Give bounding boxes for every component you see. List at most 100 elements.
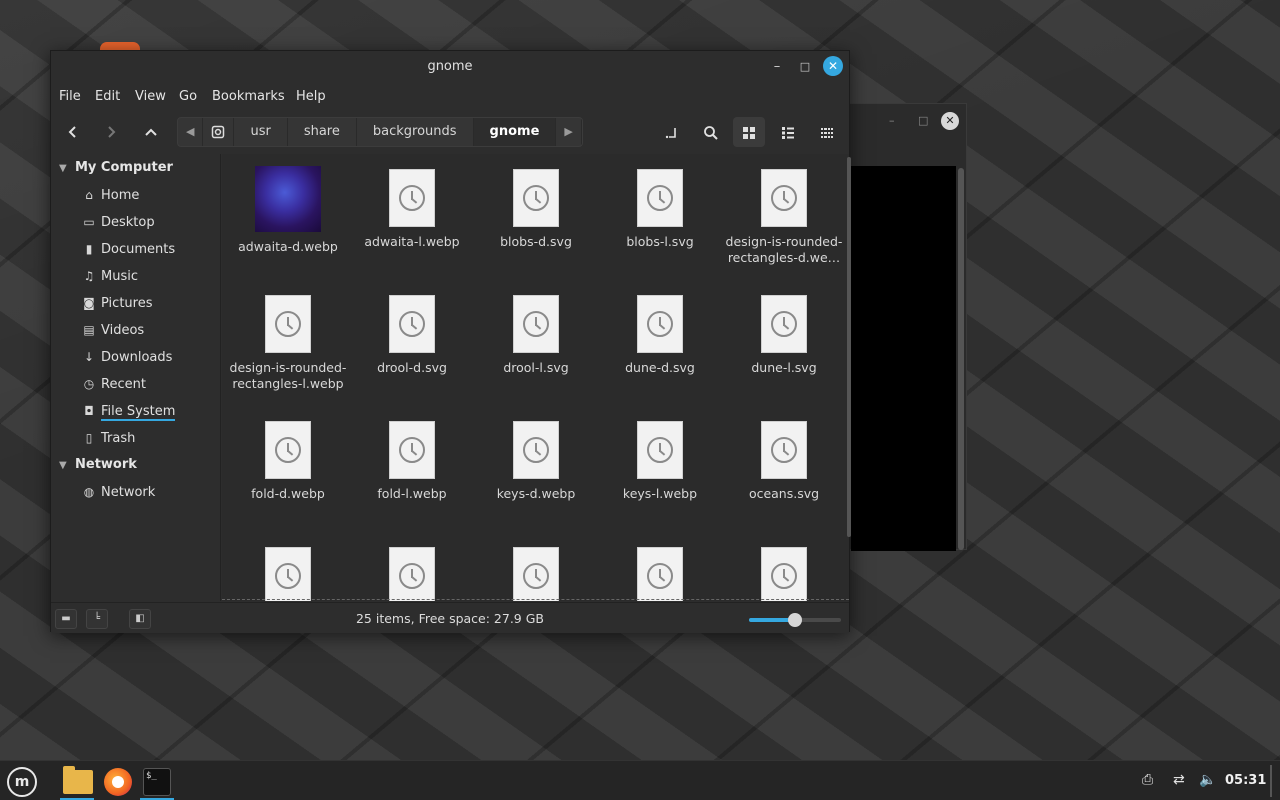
loading-thumbnail-icon [637,547,683,601]
terminal-scrollbar[interactable] [958,168,964,550]
icon-view-button[interactable] [733,117,765,147]
sidebar-item-trash[interactable]: ▯ Trash [79,427,136,449]
file-item[interactable]: keys-l.webp [598,416,722,502]
sidebar-item-label: Desktop [101,215,155,230]
file-item[interactable]: adwaita-l.webp [350,164,474,250]
loading-thumbnail-icon [637,169,683,227]
clock-icon [399,437,425,463]
file-item[interactable] [350,542,474,601]
sidebar-section-my-computer[interactable]: ▼ My Computer [59,160,173,175]
file-grid[interactable]: adwaita-d.webp adwaita-l.webp blobs-d.svg b… [222,154,849,601]
clock-icon [275,311,301,337]
breadcrumb-usr[interactable]: usr [234,118,288,146]
sidebar-item-videos[interactable]: ▤ Videos [79,319,144,341]
menu-go[interactable]: Go [179,89,197,104]
sidebar-item-file-system[interactable]: ◘ File System [79,400,176,422]
sidebar-item-music[interactable]: ♫ Music [79,265,138,287]
terminal-titlebar[interactable]: – □ ✕ [831,104,966,138]
back-button[interactable] [57,116,89,148]
minimize-button[interactable]: – [767,57,787,77]
sidebar-item-pictures[interactable]: ◙ Pictures [79,292,152,314]
collapse-triangle-icon: ▼ [59,163,67,174]
breadcrumb-scroll-right[interactable]: ▶ [556,118,582,146]
file-item[interactable]: adwaita-d.webp [226,164,350,255]
terminal-maximize-button[interactable]: □ [918,114,928,127]
up-button[interactable] [135,116,167,148]
file-item[interactable]: blobs-l.svg [598,164,722,250]
compact-view-button[interactable] [811,117,843,147]
menu-bookmarks[interactable]: Bookmarks [212,89,285,104]
file-item[interactable]: oceans.svg [722,416,846,502]
zoom-slider[interactable] [749,613,841,627]
sidebar-item-documents[interactable]: ▮ Documents [79,238,175,260]
file-item[interactable] [474,542,598,601]
sidebar-item-recent[interactable]: ◷ Recent [79,373,146,395]
file-item[interactable]: keys-d.webp [474,416,598,502]
network-icon[interactable]: ⇄ [1173,772,1185,788]
close-button[interactable]: ✕ [823,56,843,76]
show-desktop-button[interactable] [1270,765,1272,797]
taskbar-terminal[interactable]: $_ [138,764,176,800]
terminal-close-button[interactable]: ✕ [941,112,959,130]
zoom-slider-handle[interactable] [788,613,802,627]
sidebar-item-label: Trash [101,431,136,446]
taskbar-firefox[interactable] [99,764,137,800]
file-item[interactable]: design-is-rounded-rectangles-d.we… [722,164,846,266]
sidebar-item-label: Home [101,188,140,203]
sidebar-item-label: Downloads [101,350,173,365]
breadcrumb-root[interactable] [203,118,235,146]
menu-edit[interactable]: Edit [95,89,120,104]
titlebar[interactable]: gnome – □ ✕ [51,51,849,83]
toolbar: ◀ usr share backgrounds gnome ▶ [51,111,849,153]
loading-thumbnail-icon [513,547,559,601]
menu-file[interactable]: File [59,89,81,104]
file-item[interactable]: drool-d.svg [350,290,474,376]
menu-icon[interactable]: m [7,767,37,797]
breadcrumb-backgrounds[interactable]: backgrounds [357,118,474,146]
file-name: blobs-d.svg [500,234,572,249]
list-view-button[interactable] [772,117,804,147]
file-item[interactable] [722,542,846,601]
terminal-minimize-button[interactable]: – [889,114,895,127]
file-item[interactable]: blobs-d.svg [474,164,598,250]
clock[interactable]: 05:31 [1225,773,1266,788]
menu-help[interactable]: Help [296,89,326,104]
file-item[interactable]: drool-l.svg [474,290,598,376]
file-item[interactable]: dune-d.svg [598,290,722,376]
clock-icon [771,185,797,211]
file-item[interactable]: fold-d.webp [226,416,350,502]
terminal-icon: $_ [143,768,171,796]
sidebar-item-network[interactable]: ◍ Network [79,481,156,503]
menu-view[interactable]: View [135,89,166,104]
sidebar-item-downloads[interactable]: ↓ Downloads [79,346,172,368]
file-name: drool-l.svg [503,360,569,375]
firefox-icon [104,768,132,796]
forward-button[interactable] [95,116,127,148]
sidebar-item-desktop[interactable]: ▭ Desktop [79,211,155,233]
volume-icon[interactable]: 🔈 [1199,772,1216,788]
music-icon: ♫ [83,269,95,283]
sidebar-section-network[interactable]: ▼ Network [59,457,137,472]
maximize-button[interactable]: □ [795,57,815,77]
toggle-location-button[interactable] [655,117,687,147]
file-item[interactable]: fold-l.webp [350,416,474,502]
file-item[interactable]: design-is-rounded-rectangles-l.webp [226,290,350,392]
terminal-body[interactable] [851,166,956,551]
file-name: design-is-rounded-rectangles-d.we… [725,234,843,265]
sidebar-item-label: Network [101,485,156,500]
breadcrumb-gnome[interactable]: gnome [473,118,557,146]
file-item[interactable] [598,542,722,601]
file-item[interactable]: dune-l.svg [722,290,846,376]
loading-thumbnail-icon [761,547,807,601]
printer-icon[interactable]: ⎙ [1142,772,1153,788]
file-name: fold-d.webp [251,486,325,501]
clock-icon [647,311,673,337]
clock-icon [399,311,425,337]
search-button[interactable] [695,117,727,147]
sidebar-item-home[interactable]: ⌂ Home [79,184,139,206]
breadcrumb-share[interactable]: share [288,118,357,146]
taskbar-files[interactable] [58,764,96,800]
breadcrumb-scroll-left[interactable]: ◀ [178,118,204,146]
vertical-scrollbar[interactable] [847,157,851,537]
file-item[interactable] [226,542,350,601]
